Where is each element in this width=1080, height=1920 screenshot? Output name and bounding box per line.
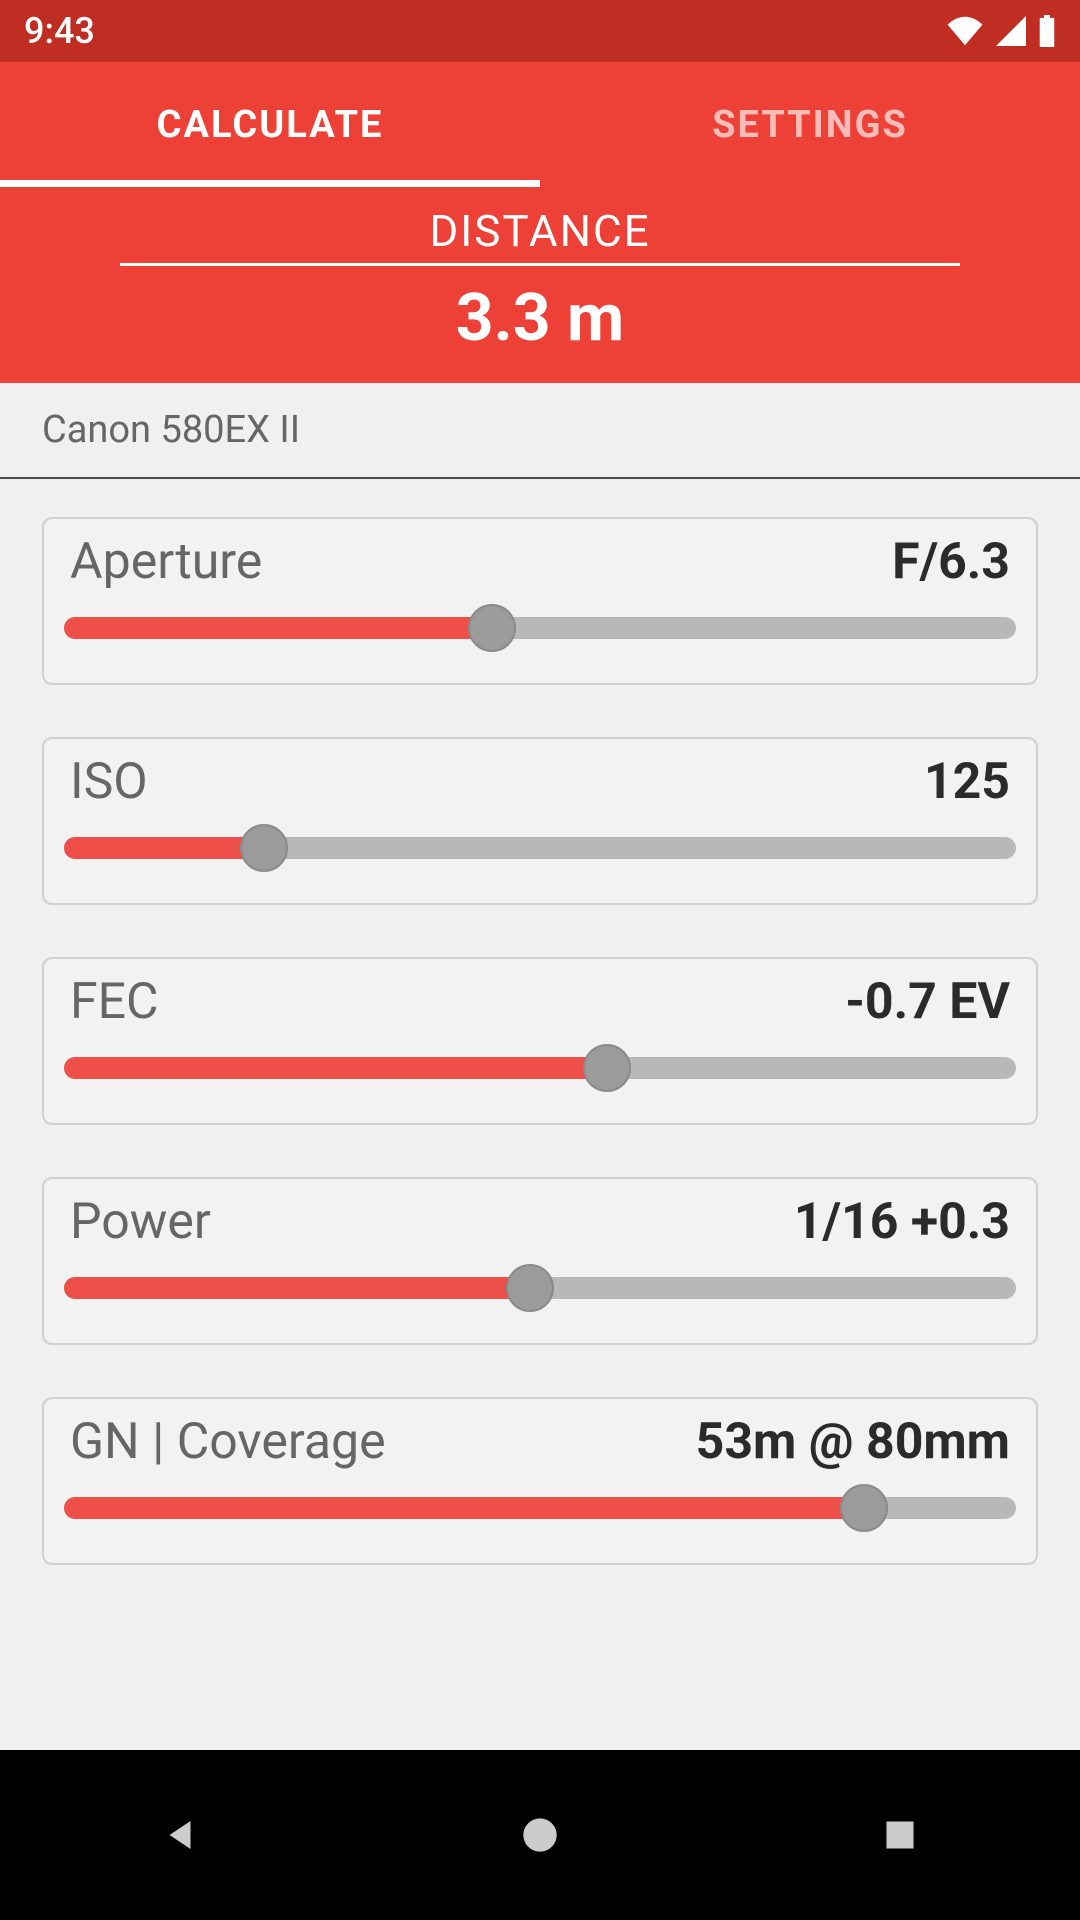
power-slider[interactable] bbox=[64, 1265, 1016, 1311]
power-card: Power 1/16 +0.3 bbox=[42, 1177, 1038, 1345]
nav-home-button[interactable] bbox=[510, 1805, 570, 1865]
distance-value: 3.3 m bbox=[120, 280, 960, 357]
tab-calculate[interactable]: CALCULATE bbox=[0, 62, 540, 187]
fec-card: FEC -0.7 EV bbox=[42, 957, 1038, 1125]
main-content: Aperture F/6.3 ISO 125 FEC -0.7 EV bbox=[0, 479, 1080, 1750]
iso-card: ISO 125 bbox=[42, 737, 1038, 905]
power-label: Power bbox=[70, 1193, 211, 1251]
distance-header[interactable]: DISTANCE 3.3 m bbox=[0, 187, 1080, 383]
signal-icon bbox=[996, 16, 1026, 46]
system-nav-bar bbox=[0, 1750, 1080, 1920]
wifi-icon bbox=[946, 16, 984, 46]
gn-label: GN | Coverage bbox=[70, 1413, 386, 1471]
recent-icon bbox=[882, 1817, 918, 1853]
status-time: 9:43 bbox=[24, 10, 95, 52]
tab-settings-label: SETTINGS bbox=[712, 103, 908, 147]
gn-card: GN | Coverage 53m @ 80mm bbox=[42, 1397, 1038, 1565]
status-icons bbox=[946, 15, 1056, 47]
aperture-value: F/6.3 bbox=[892, 533, 1010, 591]
aperture-card: Aperture F/6.3 bbox=[42, 517, 1038, 685]
back-icon bbox=[159, 1814, 201, 1856]
iso-slider[interactable] bbox=[64, 825, 1016, 871]
gn-value: 53m @ 80mm bbox=[696, 1413, 1010, 1471]
fec-label: FEC bbox=[70, 973, 159, 1031]
distance-underline bbox=[120, 263, 960, 266]
device-name: Canon 580EX II bbox=[42, 408, 300, 452]
tab-settings[interactable]: SETTINGS bbox=[540, 62, 1080, 187]
fec-slider[interactable] bbox=[64, 1045, 1016, 1091]
home-icon bbox=[520, 1815, 560, 1855]
distance-label: DISTANCE bbox=[120, 205, 960, 263]
power-value: 1/16 +0.3 bbox=[794, 1193, 1010, 1251]
nav-back-button[interactable] bbox=[150, 1805, 210, 1865]
tab-calculate-label: CALCULATE bbox=[157, 103, 384, 147]
status-bar: 9:43 bbox=[0, 0, 1080, 62]
tab-bar: CALCULATE SETTINGS bbox=[0, 62, 1080, 187]
battery-icon bbox=[1038, 15, 1056, 47]
device-selector[interactable]: Canon 580EX II bbox=[0, 383, 1080, 479]
iso-label: ISO bbox=[70, 753, 148, 811]
aperture-slider[interactable] bbox=[64, 605, 1016, 651]
nav-recent-button[interactable] bbox=[870, 1805, 930, 1865]
iso-value: 125 bbox=[924, 753, 1010, 811]
fec-value: -0.7 EV bbox=[845, 973, 1010, 1031]
gn-slider[interactable] bbox=[64, 1485, 1016, 1531]
aperture-label: Aperture bbox=[70, 533, 262, 591]
